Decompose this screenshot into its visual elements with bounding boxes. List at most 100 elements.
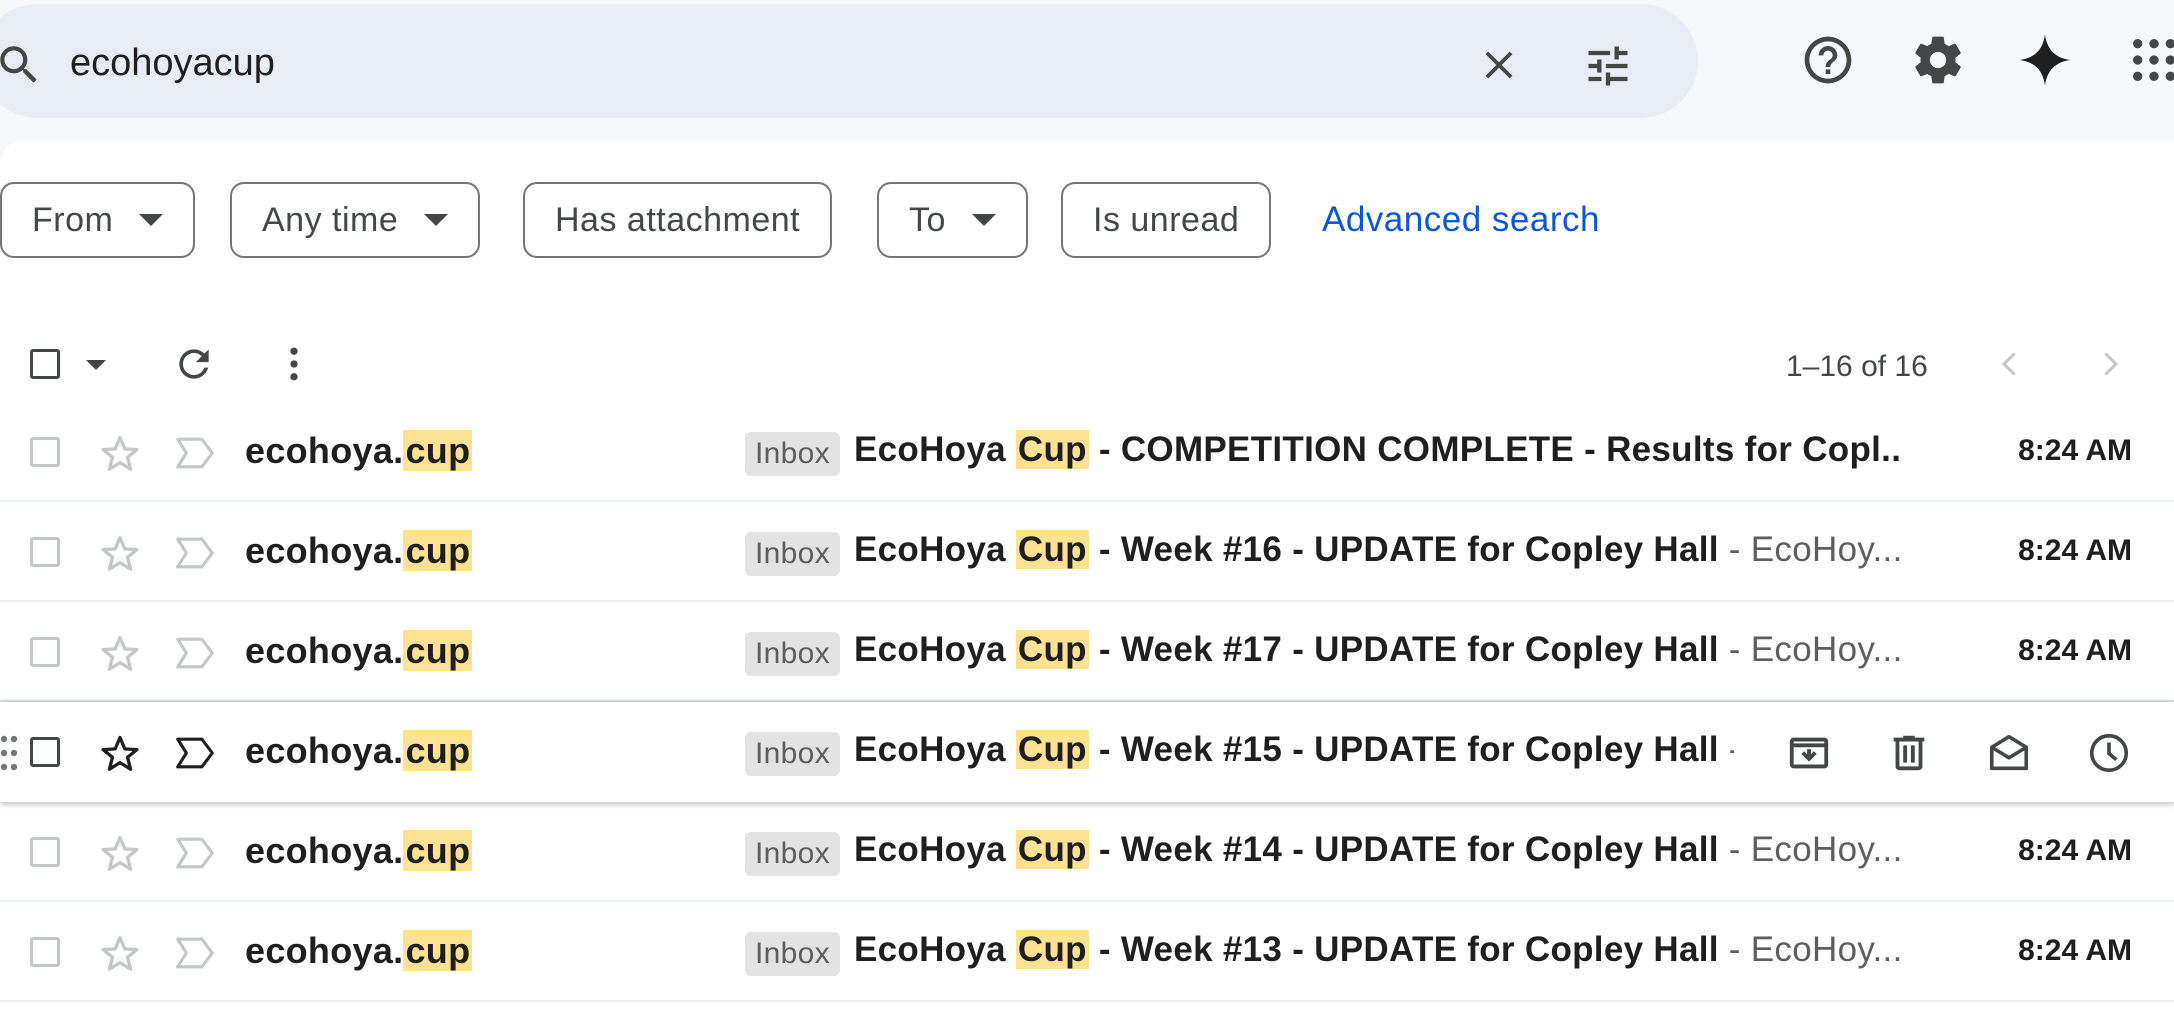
row-checkbox[interactable]: [30, 837, 60, 867]
email-snippet: - EcoHoy...: [1718, 930, 1900, 969]
star-icon[interactable]: [98, 732, 142, 776]
chip-label: To: [909, 200, 946, 239]
subject-line: EcoHoya Cup - Week #17 - UPDATE for Copl…: [854, 630, 1900, 676]
search-box[interactable]: ecohoyacup: [0, 4, 1698, 118]
email-row[interactable]: ecohoya.cup Inbox EcoHoya Cup - Week #14…: [0, 802, 2174, 902]
sender-highlight: cup: [403, 930, 473, 971]
subject-text: - Week #17 - UPDATE for Copley Hall: [1088, 630, 1719, 669]
star-icon[interactable]: [98, 432, 142, 476]
subject-line: EcoHoya Cup - Week #15 - UPDATE for Copl…: [854, 730, 1734, 776]
drag-handle-icon[interactable]: [0, 734, 18, 772]
snooze-icon[interactable]: [2086, 730, 2132, 776]
chevron-right-icon[interactable]: [2092, 344, 2128, 384]
filter-chip-is-unread[interactable]: Is unread: [1061, 182, 1272, 258]
subject-line: EcoHoya Cup - Week #13 - UPDATE for Copl…: [854, 930, 1900, 976]
subject-prefix: EcoHoya: [854, 630, 1016, 669]
page-count: 1–16 of 16: [1786, 350, 1928, 383]
subject-highlight: Cup: [1015, 630, 1089, 669]
label-icon[interactable]: [174, 534, 216, 572]
star-icon[interactable]: [98, 532, 142, 576]
sender-highlight: cup: [403, 530, 473, 571]
subject-text: - Week #14 - UPDATE for Copley Hall: [1088, 830, 1719, 869]
subject-prefix: EcoHoya: [854, 530, 1016, 569]
tune-icon[interactable]: [1582, 40, 1634, 92]
select-all-checkbox[interactable]: [30, 349, 60, 379]
gear-icon[interactable]: [1910, 32, 1966, 88]
subject-prefix: EcoHoya: [854, 730, 1016, 769]
inbox-badge[interactable]: Inbox: [745, 632, 840, 676]
filter-chip-to[interactable]: To: [877, 182, 1028, 258]
inbox-badge[interactable]: Inbox: [745, 732, 840, 776]
filter-chip-from[interactable]: From: [0, 182, 196, 258]
sender-prefix: ecohoya.: [245, 530, 404, 571]
refresh-icon[interactable]: [172, 342, 216, 386]
subject-highlight: Cup: [1015, 430, 1089, 469]
sender-highlight: cup: [403, 430, 473, 471]
star-icon[interactable]: [98, 832, 142, 876]
subject-prefix: EcoHoya: [854, 430, 1016, 469]
row-checkbox[interactable]: [30, 737, 60, 767]
email-time: 8:24 AM: [2018, 434, 2132, 467]
subject-text: - COMPETITION COMPLETE - Results for Cop…: [1088, 430, 1900, 469]
email-snippet: - EcoHoy...: [1718, 530, 1900, 569]
delete-icon[interactable]: [1886, 730, 1932, 776]
email-row[interactable]: ecohoya.cup Inbox EcoHoya Cup - Week #17…: [0, 602, 2174, 702]
sender-highlight: cup: [403, 830, 473, 871]
main-panel: From Any time Has attachment To Is unrea…: [0, 142, 2174, 1010]
row-checkbox[interactable]: [30, 537, 60, 567]
chevron-left-icon[interactable]: [1992, 344, 2028, 384]
subject-line: EcoHoya Cup - COMPETITION COMPLETE - Res…: [854, 430, 1900, 476]
advanced-search-link[interactable]: Advanced search: [1322, 200, 1600, 240]
sender-prefix: ecohoya.: [245, 430, 404, 471]
close-icon[interactable]: [1476, 42, 1522, 88]
sender-name: ecohoya.cup: [245, 430, 473, 472]
label-icon[interactable]: [174, 734, 216, 772]
subject-highlight: Cup: [1015, 530, 1089, 569]
label-icon[interactable]: [174, 934, 216, 972]
sender-prefix: ecohoya.: [245, 930, 404, 971]
label-icon[interactable]: [174, 634, 216, 672]
chip-label: Has attachment: [555, 200, 801, 239]
help-icon[interactable]: [1800, 32, 1856, 88]
row-checkbox[interactable]: [30, 637, 60, 667]
filter-chip-any-time[interactable]: Any time: [230, 182, 481, 258]
row-checkbox[interactable]: [30, 937, 60, 967]
inbox-badge[interactable]: Inbox: [745, 832, 840, 876]
email-row[interactable]: ecohoya.cup Inbox EcoHoya Cup - COMPETIT…: [0, 402, 2174, 502]
subject-text: - Week #15 - UPDATE for Copley Hall: [1088, 730, 1719, 769]
mark-read-icon[interactable]: [1986, 730, 2032, 776]
subject-line: EcoHoya Cup - Week #16 - UPDATE for Copl…: [854, 530, 1900, 576]
chevron-down-icon: [971, 214, 996, 226]
email-row[interactable]: ecohoya.cup Inbox EcoHoya Cup - Week #13…: [0, 902, 2174, 1002]
label-icon[interactable]: [174, 834, 216, 872]
sender-prefix: ecohoya.: [245, 630, 404, 671]
star-icon[interactable]: [98, 932, 142, 976]
apps-grid-icon[interactable]: [2126, 32, 2174, 88]
inbox-badge[interactable]: Inbox: [745, 532, 840, 576]
subject-line: EcoHoya Cup - Week #14 - UPDATE for Copl…: [854, 830, 1900, 876]
chip-label: From: [32, 200, 114, 239]
email-row-hovered[interactable]: ecohoya.cup Inbox EcoHoya Cup - Week #15…: [0, 702, 2174, 802]
email-row[interactable]: ecohoya.cup Inbox EcoHoya Cup - Week #16…: [0, 502, 2174, 602]
search-icon[interactable]: [0, 40, 44, 90]
sender-name: ecohoya.cup: [245, 730, 473, 772]
email-time: 8:24 AM: [2018, 534, 2132, 567]
email-snippet: - EcoHoy...: [1718, 630, 1900, 669]
filter-chip-has-attachment[interactable]: Has attachment: [523, 182, 833, 258]
archive-icon[interactable]: [1786, 730, 1832, 776]
inbox-badge[interactable]: Inbox: [745, 432, 840, 476]
select-dropdown-icon[interactable]: [86, 360, 106, 370]
chevron-down-icon: [424, 214, 449, 226]
email-time: 8:24 AM: [2018, 934, 2132, 967]
row-checkbox[interactable]: [30, 437, 60, 467]
label-icon[interactable]: [174, 434, 216, 472]
chip-label: Is unread: [1093, 200, 1240, 239]
search-input[interactable]: ecohoyacup: [70, 42, 275, 85]
sparkle-icon[interactable]: [2017, 32, 2073, 88]
sender-name: ecohoya.cup: [245, 530, 473, 572]
star-icon[interactable]: [98, 632, 142, 676]
more-vert-icon[interactable]: [272, 340, 316, 388]
email-snippet: - EcoHoy...: [1718, 830, 1900, 869]
email-time: 8:24 AM: [2018, 634, 2132, 667]
inbox-badge[interactable]: Inbox: [745, 932, 840, 976]
